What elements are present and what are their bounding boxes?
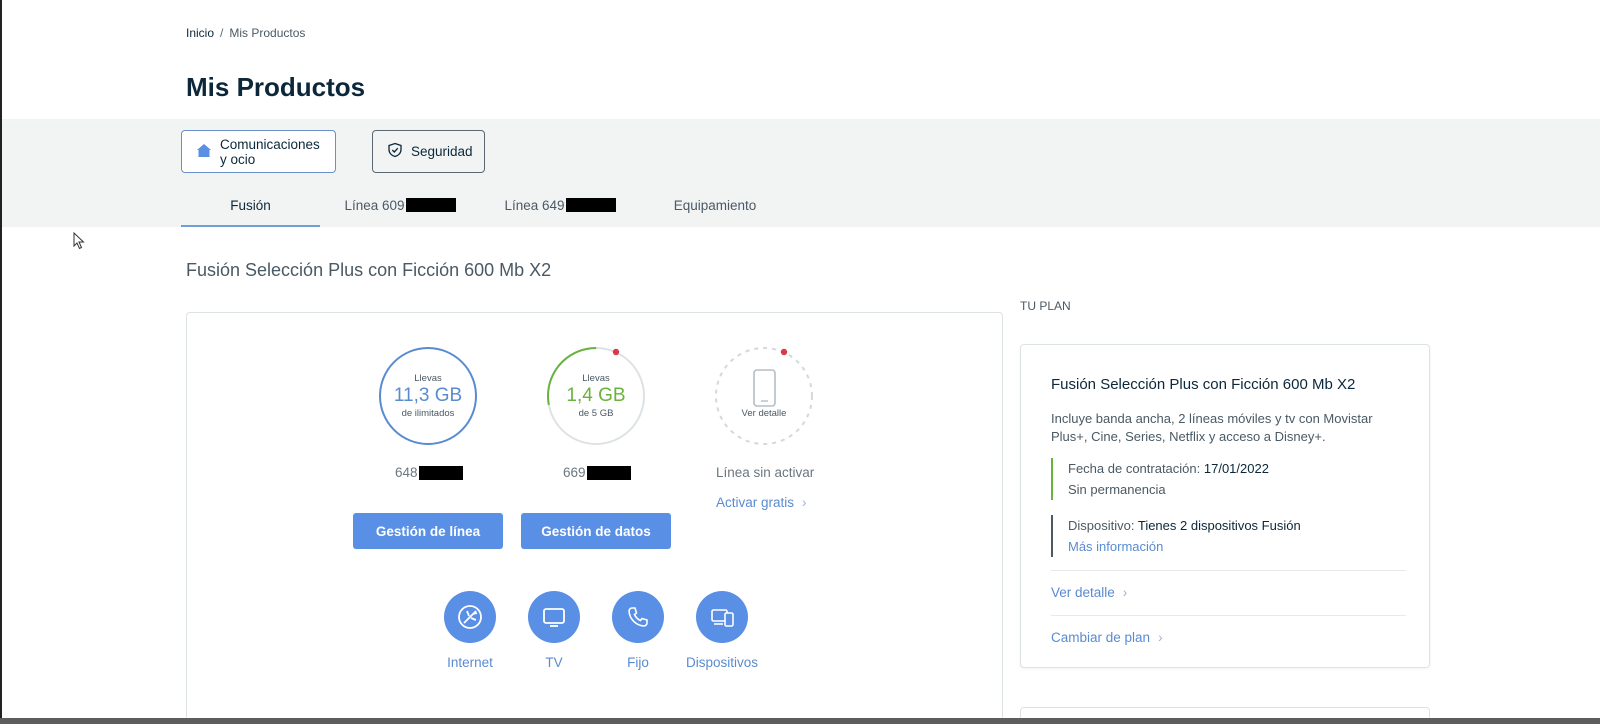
- breadcrumb-separator: /: [220, 26, 224, 40]
- line-669-number: 669: [563, 465, 631, 481]
- window-left-border: [0, 0, 2, 724]
- contract-date-label: Fecha de contratación:: [1068, 461, 1201, 476]
- service-devices-label: Dispositivos: [685, 655, 759, 670]
- contract-info: Fecha de contratación: 17/01/2022 Sin pe…: [1051, 458, 1269, 500]
- breadcrumb-current: Mis Productos: [229, 26, 306, 40]
- page-title: Mis Productos: [186, 72, 366, 102]
- breadcrumb-home-link[interactable]: Inicio: [186, 26, 214, 40]
- category-security-label: Seguridad: [411, 144, 473, 159]
- service-landline-label: Fijo: [627, 655, 649, 670]
- product-title: Fusión Selección Plus con Ficción 600 Mb…: [186, 260, 552, 280]
- category-communications-button[interactable]: Comunicaciones y ocio: [181, 130, 336, 173]
- divider: [1051, 570, 1406, 571]
- plan-view-detail-label: Ver detalle: [1051, 585, 1115, 600]
- plan-card: Fusión Selección Plus con Ficción 600 Mb…: [1020, 344, 1430, 668]
- tv-icon: [528, 591, 580, 643]
- chevron-right-icon: ›: [802, 495, 807, 510]
- internet-icon: [444, 591, 496, 643]
- tab-line-609[interactable]: Línea 609: [320, 190, 480, 227]
- line-number-prefix: 648: [395, 465, 418, 480]
- chevron-right-icon: ›: [1158, 630, 1163, 645]
- gauge-bottom-label: de ilimitados: [401, 408, 455, 419]
- inactive-line-gauge[interactable]: Ver detalle: [714, 346, 814, 446]
- gauge-top-label: Llevas: [414, 373, 442, 384]
- contract-date-value: 17/01/2022: [1203, 461, 1269, 476]
- redacted-number: [586, 466, 631, 481]
- line-669-usage-gauge[interactable]: Llevas 1,4 GB de 5 GB: [546, 346, 646, 446]
- plan-view-detail-link[interactable]: Ver detalle ›: [1051, 585, 1127, 600]
- window-bottom-bar: [0, 718, 1600, 724]
- line-number-prefix: 669: [563, 465, 586, 480]
- change-plan-link[interactable]: Cambiar de plan ›: [1051, 630, 1163, 645]
- tab-line-649-label: Línea 649: [504, 198, 565, 213]
- tab-line-609-label: Línea 609: [344, 198, 405, 213]
- gauge-bottom-label: de 5 GB: [578, 408, 614, 419]
- inactive-line-status: Línea sin activar: [716, 465, 815, 480]
- category-security-button[interactable]: Seguridad: [372, 130, 485, 173]
- service-internet[interactable]: Internet: [430, 591, 510, 670]
- tab-equipment[interactable]: Equipamiento: [640, 190, 790, 227]
- divider: [1051, 615, 1406, 616]
- plan-name: Fusión Selección Plus con Ficción 600 Mb…: [1051, 376, 1356, 393]
- service-devices[interactable]: Dispositivos: [682, 591, 762, 670]
- phone-icon: [612, 591, 664, 643]
- mouse-cursor-icon: [73, 231, 85, 255]
- activate-free-label: Activar gratis: [716, 495, 795, 510]
- devices-icon: [696, 591, 748, 643]
- line-648-usage-gauge[interactable]: Llevas 11,3 GB de ilimitados: [378, 346, 478, 446]
- redacted-number: [418, 466, 463, 481]
- view-detail-label: Ver detalle: [741, 407, 787, 419]
- service-landline[interactable]: Fijo: [598, 591, 678, 670]
- tab-equipment-label: Equipamiento: [673, 198, 757, 213]
- plan-description: Incluye banda ancha, 2 líneas móviles y …: [1051, 411, 1373, 444]
- gauge-text: Ver detalle: [714, 346, 814, 446]
- device-info: Dispositivo: Tienes 2 dispositivos Fusió…: [1051, 515, 1301, 557]
- tab-fusion-label: Fusión: [230, 198, 271, 213]
- change-plan-label: Cambiar de plan: [1051, 630, 1151, 645]
- more-info-link[interactable]: Más información: [1068, 536, 1301, 557]
- breadcrumb: Inicio / Mis Productos: [186, 26, 305, 40]
- gauge-value: 1,4 GB: [566, 385, 626, 406]
- redacted-number: [405, 198, 456, 212]
- chevron-right-icon: ›: [1122, 585, 1128, 600]
- gauge-text: Llevas 1,4 GB de 5 GB: [546, 346, 646, 446]
- gauge-top-label: Llevas: [582, 373, 610, 384]
- line-648-number: 648: [395, 465, 463, 481]
- tab-line-649[interactable]: Línea 649: [480, 190, 640, 227]
- activate-free-link[interactable]: Activar gratis ›: [716, 495, 807, 510]
- product-tabs: Fusión Línea 609 Línea 649 Equipamiento: [181, 190, 790, 227]
- service-tv[interactable]: TV: [514, 591, 594, 670]
- redacted-number: [565, 198, 616, 212]
- tab-fusion[interactable]: Fusión: [181, 190, 320, 227]
- device-value: Tienes 2 dispositivos Fusión: [1137, 518, 1301, 533]
- service-tv-label: TV: [545, 655, 563, 670]
- your-plan-heading: TU PLAN: [1020, 299, 1071, 313]
- device-label: Dispositivo:: [1068, 518, 1135, 533]
- category-communications-label: Comunicaciones y ocio: [220, 136, 320, 167]
- data-management-button[interactable]: Gestión de datos: [521, 513, 671, 549]
- gauge-text: Llevas 11,3 GB de ilimitados: [378, 346, 478, 446]
- line-management-button[interactable]: Gestión de línea: [353, 513, 503, 549]
- gauge-value: 11,3 GB: [393, 385, 463, 406]
- service-internet-label: Internet: [447, 655, 493, 670]
- permanence-text: Sin permanencia: [1068, 482, 1166, 497]
- house-icon: [196, 143, 212, 161]
- shield-icon: [387, 142, 403, 161]
